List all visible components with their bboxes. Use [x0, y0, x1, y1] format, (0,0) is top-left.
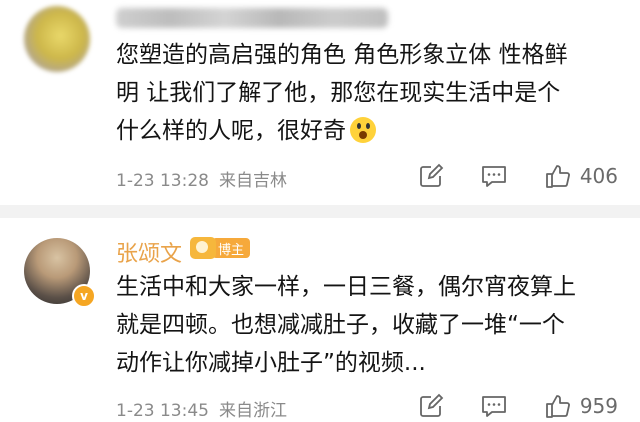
like-button[interactable]: 406 — [544, 162, 618, 190]
comment-icon — [481, 396, 506, 417]
thumbs-up-icon — [545, 165, 570, 188]
comment-actions: 959 — [382, 392, 618, 420]
comment-date: 1-23 13:28 — [116, 171, 209, 191]
comment-separator — [0, 205, 640, 218]
comment-icon — [481, 166, 506, 187]
avatar[interactable] — [24, 6, 90, 72]
blogger-icon — [190, 237, 216, 259]
comment-item: 您塑造的高启强的角色 角色形象立体 性格鲜 明 让我们了解了他，那您在现实生活中… — [0, 0, 640, 205]
blurred-username[interactable] — [116, 8, 388, 28]
repost-icon — [419, 393, 444, 417]
comment-text: 您塑造的高启强的角色 角色形象立体 性格鲜 明 让我们了解了他，那您在现实生活中… — [116, 42, 568, 144]
repost-button[interactable] — [418, 163, 444, 189]
comment-button[interactable] — [480, 393, 508, 419]
verified-badge-icon: v — [72, 284, 96, 308]
like-count: 406 — [579, 164, 618, 188]
comment-button[interactable] — [480, 163, 508, 189]
username[interactable]: 张颂文 — [116, 236, 182, 268]
surprised-face-icon — [350, 117, 376, 143]
thumbs-up-icon — [545, 395, 570, 418]
comment-meta: 1-23 13:45 来自浙江 — [116, 396, 287, 421]
like-count: 959 — [579, 394, 618, 418]
repost-icon — [419, 163, 444, 187]
like-button[interactable]: 959 — [544, 392, 618, 420]
comment-location: 来自浙江 — [218, 401, 287, 421]
blogger-badge: 博主 — [190, 236, 251, 260]
comment-date: 1-23 13:45 — [116, 401, 209, 421]
comment-text: 生活中和大家一样，一日三餐，偶尔宵夜算上 就是四顿。也想减减肚子，收藏了一堆“一… — [116, 274, 576, 376]
repost-button[interactable] — [418, 393, 444, 419]
comment-location: 来自吉林 — [218, 171, 287, 191]
comment-actions: 406 — [382, 162, 618, 190]
comment-meta: 1-23 13:28 来自吉林 — [116, 166, 287, 191]
